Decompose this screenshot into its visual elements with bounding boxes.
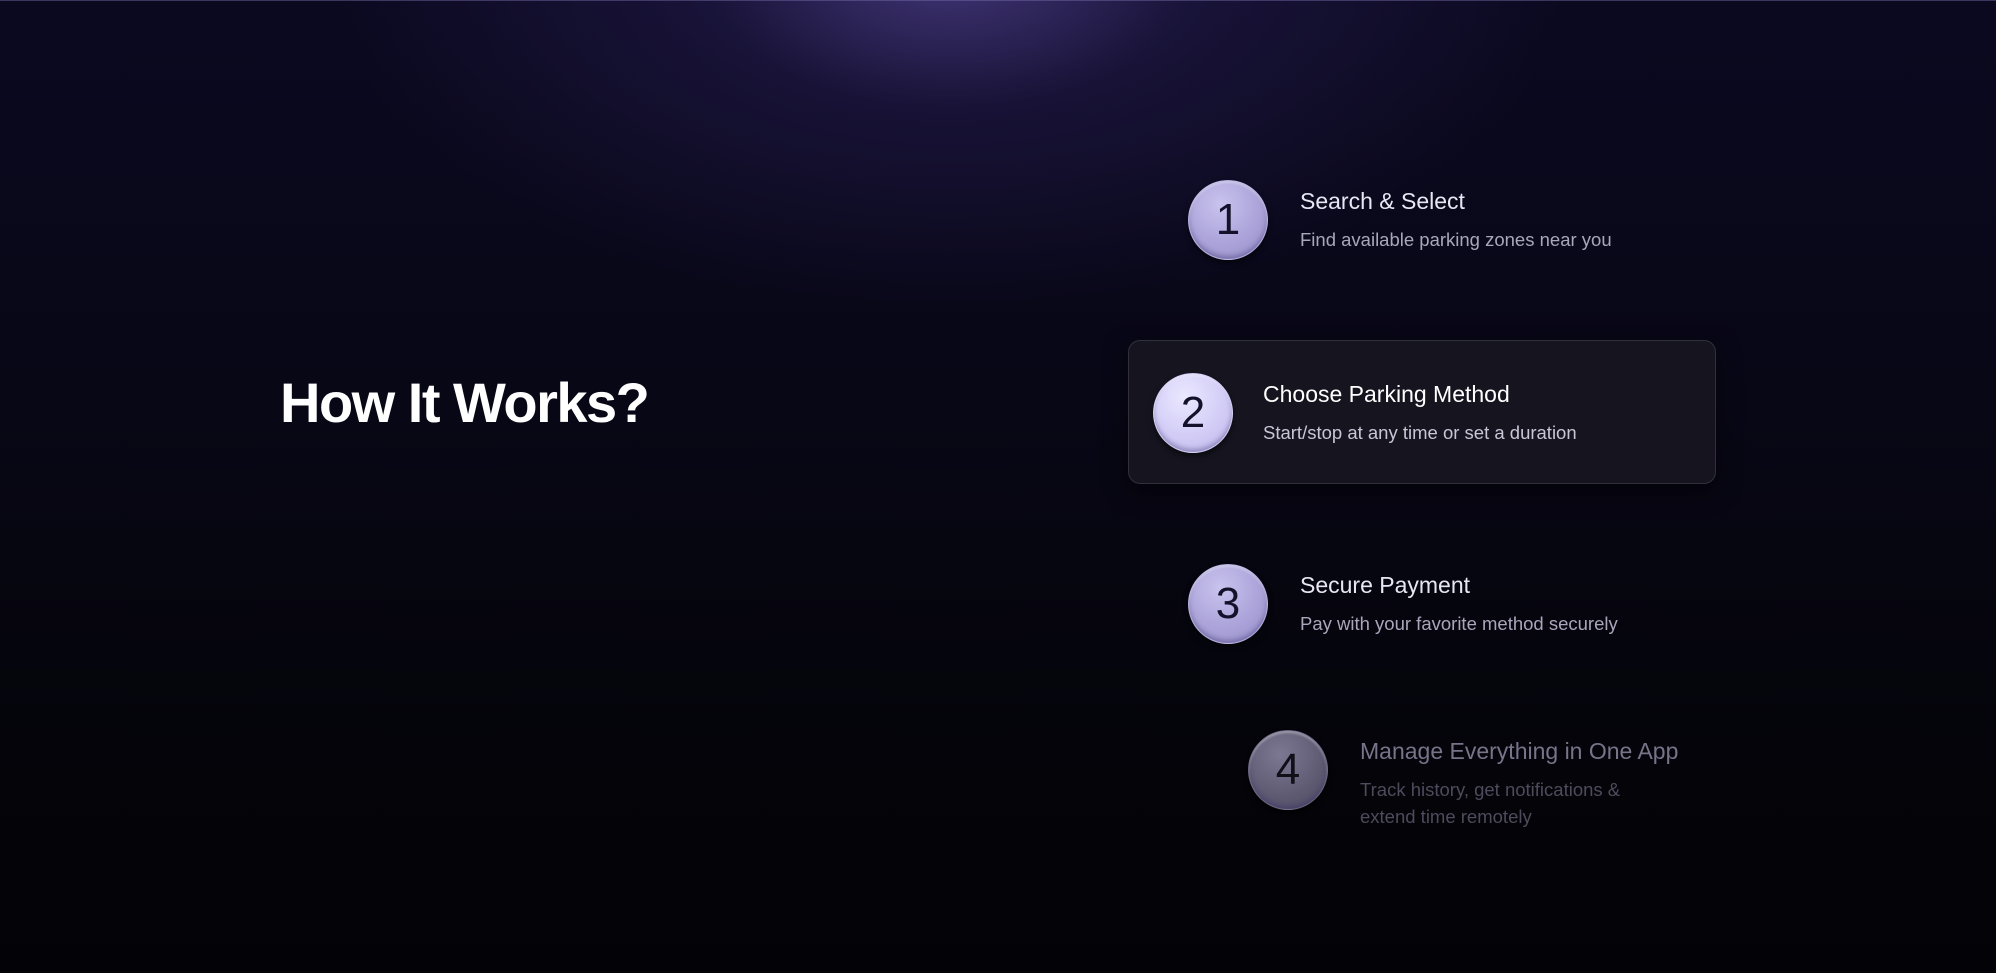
step-text: Secure Payment Pay with your favorite me… xyxy=(1300,564,1618,637)
step-title: Manage Everything in One App xyxy=(1360,738,1679,764)
step-description: Start/stop at any time or set a duration xyxy=(1263,421,1577,443)
step-text: Choose Parking Method Start/stop at any … xyxy=(1263,373,1577,446)
step-item-choose-parking-method[interactable]: 2 Choose Parking Method Start/stop at an… xyxy=(1128,340,1716,484)
step-item-secure-payment[interactable]: 3 Secure Payment Pay with your favorite … xyxy=(1188,564,1618,644)
top-divider xyxy=(0,0,1996,1)
step-description: Track history, get notifications & exten… xyxy=(1360,778,1621,828)
step-text: Manage Everything in One App Track histo… xyxy=(1360,730,1678,831)
step-description: Pay with your favorite method securely xyxy=(1300,612,1618,634)
step-number-badge: 4 xyxy=(1248,730,1328,810)
step-item-manage-everything[interactable]: 4 Manage Everything in One App Track his… xyxy=(1248,730,1678,831)
step-number-badge: 2 xyxy=(1153,373,1233,453)
step-number-badge: 1 xyxy=(1188,180,1268,260)
section-heading: How It Works? xyxy=(280,371,650,434)
step-title: Search & Select xyxy=(1300,188,1465,214)
step-title: Secure Payment xyxy=(1300,572,1471,598)
step-number-badge: 3 xyxy=(1188,564,1268,644)
how-it-works-section: How It Works? 1 Search & Select Find ava… xyxy=(0,0,1996,973)
step-description: Find available parking zones near you xyxy=(1300,228,1612,250)
step-item-search-select[interactable]: 1 Search & Select Find available parking… xyxy=(1188,180,1612,260)
step-text: Search & Select Find available parking z… xyxy=(1300,180,1612,253)
step-title: Choose Parking Method xyxy=(1263,381,1510,407)
